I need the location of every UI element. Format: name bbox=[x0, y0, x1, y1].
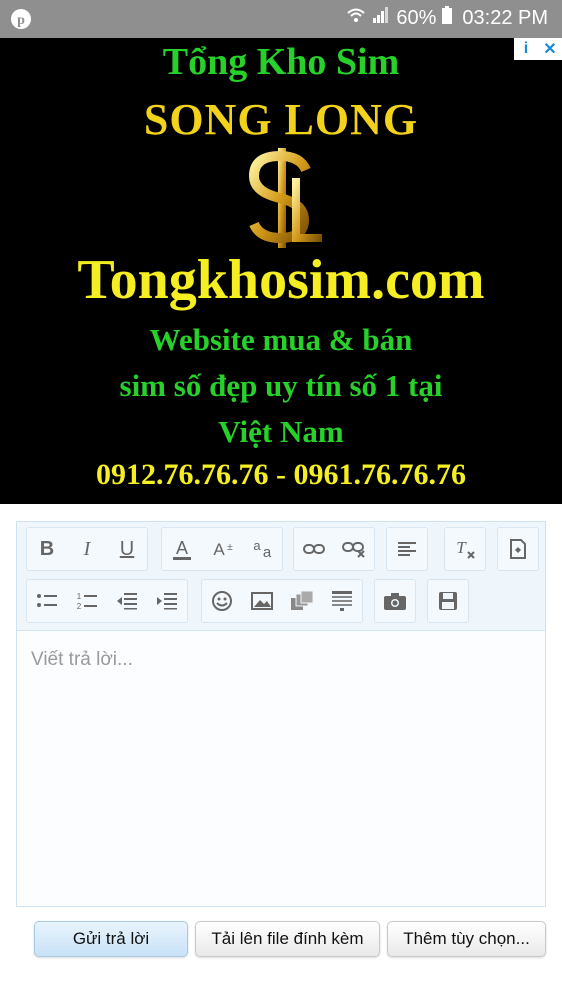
save-group bbox=[427, 579, 469, 623]
link-group bbox=[293, 527, 375, 571]
reply-textarea[interactable]: Viết trả lời... bbox=[17, 631, 545, 906]
save-draft-icon[interactable] bbox=[428, 580, 468, 622]
remove-format-group: T bbox=[444, 527, 486, 571]
ad-brand: SONG LONG bbox=[143, 95, 419, 144]
svg-text:±: ± bbox=[227, 542, 233, 553]
outdent-icon[interactable] bbox=[107, 580, 147, 622]
svg-text:a: a bbox=[253, 538, 261, 553]
reply-editor: B I U A A ± aa T 12 Viết trả lời... bbox=[16, 521, 546, 907]
numbered-list-icon[interactable]: 12 bbox=[67, 580, 107, 622]
bbcode-group bbox=[497, 527, 539, 571]
svg-text:2: 2 bbox=[77, 602, 82, 611]
more-options-button[interactable]: Thêm tùy chọn... bbox=[387, 921, 546, 957]
font-style-icon[interactable]: aa bbox=[242, 528, 282, 570]
format-group: B I U bbox=[26, 527, 148, 571]
battery-icon bbox=[442, 6, 453, 30]
smilie-icon[interactable] bbox=[202, 580, 242, 622]
pinterest-icon: p bbox=[10, 8, 32, 35]
ad-phone-numbers: 0912.76.76.76 - 0961.76.76.76 bbox=[96, 458, 466, 491]
camera-icon[interactable] bbox=[375, 580, 415, 622]
editor-toolbar: B I U A A ± aa T 12 bbox=[17, 522, 545, 631]
italic-icon[interactable]: I bbox=[67, 528, 107, 570]
signal-icon bbox=[372, 6, 390, 30]
unlink-icon[interactable] bbox=[334, 528, 374, 570]
ad-tagline-1: Website mua & bán bbox=[149, 322, 413, 357]
image-icon[interactable] bbox=[242, 580, 282, 622]
wifi-icon bbox=[346, 6, 366, 30]
bbcode-icon[interactable] bbox=[498, 528, 538, 570]
align-group bbox=[386, 527, 428, 571]
underline-icon[interactable]: U bbox=[107, 528, 147, 570]
dollar-logo-icon bbox=[248, 148, 322, 248]
svg-text:p: p bbox=[17, 13, 25, 28]
svg-text:T: T bbox=[456, 538, 467, 557]
svg-text:A: A bbox=[176, 538, 188, 558]
submit-reply-button[interactable]: Gửi trả lời bbox=[34, 921, 188, 957]
bold-icon[interactable]: B bbox=[27, 528, 67, 570]
svg-text:a: a bbox=[263, 544, 272, 560]
list-group: 12 bbox=[26, 579, 188, 623]
align-icon[interactable] bbox=[387, 528, 427, 570]
media-icon[interactable] bbox=[282, 580, 322, 622]
clock: 03:22 PM bbox=[462, 6, 548, 29]
status-bar: p 60% 03:22 PM bbox=[0, 0, 562, 38]
bullet-list-icon[interactable] bbox=[27, 580, 67, 622]
insert-group bbox=[201, 579, 363, 623]
font-size-icon[interactable]: A ± bbox=[202, 528, 242, 570]
ad-tagline-3: Việt Nam bbox=[218, 414, 344, 449]
battery-percent: 60% bbox=[396, 6, 437, 29]
ad-website: Tongkhosim.com bbox=[77, 249, 485, 311]
quote-icon[interactable] bbox=[322, 580, 362, 622]
svg-text:A: A bbox=[213, 540, 225, 559]
remove-format-icon[interactable]: T bbox=[445, 528, 485, 570]
camera-group bbox=[374, 579, 416, 623]
link-icon[interactable] bbox=[294, 528, 334, 570]
upload-attachment-button[interactable]: Tải lên file đính kèm bbox=[195, 921, 380, 957]
text-color-icon[interactable]: A bbox=[162, 528, 202, 570]
svg-text:1: 1 bbox=[77, 592, 82, 601]
reply-actions: Gửi trả lời Tải lên file đính kèm Thêm t… bbox=[0, 921, 562, 957]
ad-tagline-2: sim số đẹp uy tín số 1 tại bbox=[119, 368, 443, 403]
indent-icon[interactable] bbox=[147, 580, 187, 622]
ad-headline: Tổng Kho Sim bbox=[162, 41, 400, 83]
reply-placeholder: Viết trả lời... bbox=[31, 649, 133, 670]
font-group: A A ± aa bbox=[161, 527, 283, 571]
advertisement-banner[interactable]: i ✕ Tổng Kho Sim SONG LONG Tongkhosim.co… bbox=[0, 38, 562, 504]
